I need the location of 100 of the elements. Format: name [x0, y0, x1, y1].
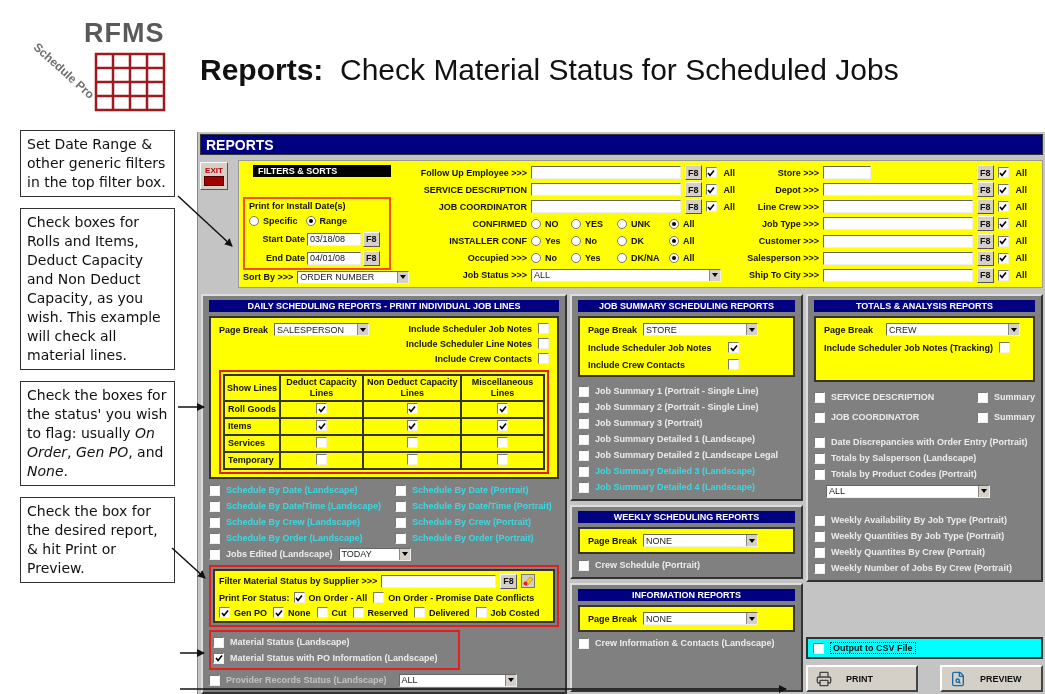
exit-button[interactable]: EXIT	[200, 162, 228, 190]
checkbox[interactable]	[814, 391, 825, 403]
radio-button[interactable]	[617, 253, 627, 264]
radio-button[interactable]	[617, 236, 627, 247]
checkbox[interactable]	[997, 184, 1009, 196]
checkbox[interactable]	[814, 562, 825, 574]
dropdown[interactable]: ALL	[826, 484, 990, 498]
lookup-button[interactable]: F8	[977, 267, 994, 283]
checkbox[interactable]	[538, 353, 549, 364]
dropdown[interactable]: ALL	[398, 673, 517, 687]
lookup-button[interactable]: F8	[363, 250, 380, 266]
radio-button[interactable]	[531, 253, 541, 264]
checkbox[interactable]	[578, 481, 589, 493]
checkbox[interactable]	[814, 452, 825, 464]
dropdown[interactable]: ALL	[531, 268, 721, 282]
radio-button[interactable]	[617, 219, 627, 229]
checkbox[interactable]	[814, 468, 825, 480]
lookup-button[interactable]: F8	[685, 182, 702, 198]
checkbox[interactable]	[414, 607, 426, 618]
checkbox[interactable]	[209, 500, 220, 512]
checkbox[interactable]	[497, 436, 509, 448]
checkbox[interactable]	[475, 607, 487, 618]
checkbox[interactable]	[578, 385, 589, 397]
input-field[interactable]	[823, 166, 872, 180]
checkbox[interactable]	[705, 201, 717, 213]
checkbox[interactable]	[997, 218, 1009, 230]
radio-button[interactable]	[571, 253, 581, 264]
input-field[interactable]	[823, 183, 974, 197]
checkbox[interactable]	[352, 607, 364, 618]
checkbox[interactable]	[814, 530, 825, 542]
checkbox[interactable]	[578, 559, 589, 571]
input-field[interactable]	[823, 200, 974, 214]
checkbox[interactable]	[316, 420, 328, 432]
checkbox[interactable]	[219, 607, 230, 618]
checkbox[interactable]	[814, 411, 825, 423]
input-field[interactable]	[531, 183, 681, 197]
checkbox[interactable]	[406, 420, 418, 432]
lookup-button[interactable]: F8	[977, 250, 994, 266]
radio-button[interactable]	[669, 219, 679, 229]
checkbox[interactable]	[213, 652, 224, 664]
lookup-button[interactable]: F8	[977, 182, 994, 198]
checkbox[interactable]	[997, 201, 1009, 213]
checkbox[interactable]	[213, 636, 224, 648]
checkbox[interactable]	[578, 401, 589, 413]
radio-button[interactable]	[571, 219, 581, 229]
checkbox[interactable]	[293, 592, 305, 603]
checkbox[interactable]	[814, 514, 825, 526]
dropdown[interactable]: SALESPERSON	[274, 323, 370, 336]
checkbox[interactable]	[406, 403, 418, 415]
checkbox[interactable]	[209, 516, 220, 528]
checkbox[interactable]	[997, 252, 1009, 264]
checkbox[interactable]	[705, 167, 717, 179]
checkbox[interactable]	[209, 532, 220, 544]
checkbox[interactable]	[395, 484, 406, 496]
date-field[interactable]: 03/18/08	[307, 232, 361, 246]
checkbox[interactable]	[814, 546, 825, 558]
checkbox[interactable]	[209, 548, 220, 560]
eraser-icon[interactable]	[520, 574, 535, 588]
input-field[interactable]	[531, 166, 681, 180]
dropdown[interactable]: CREW	[886, 323, 1020, 336]
print-button[interactable]: PRINT	[806, 665, 918, 692]
checkbox[interactable]	[578, 449, 589, 461]
lookup-button[interactable]: F8	[363, 231, 380, 247]
checkbox[interactable]	[316, 436, 328, 448]
radio-button[interactable]	[669, 253, 679, 264]
checkbox[interactable]	[406, 453, 418, 465]
checkbox[interactable]	[976, 391, 988, 403]
checkbox[interactable]	[578, 417, 589, 429]
checkbox[interactable]	[497, 453, 509, 465]
dropdown[interactable]: STORE	[643, 323, 759, 336]
checkbox[interactable]	[395, 500, 406, 512]
lookup-button[interactable]: F8	[977, 199, 994, 215]
radio-button[interactable]	[669, 236, 679, 247]
input-field[interactable]	[823, 268, 974, 282]
lookup-button[interactable]: F8	[977, 216, 994, 232]
radio-button[interactable]	[531, 236, 541, 247]
input-field[interactable]	[823, 251, 974, 265]
dropdown[interactable]: TODAY	[338, 547, 411, 561]
checkbox[interactable]	[999, 342, 1011, 353]
checkbox[interactable]	[538, 338, 549, 349]
preview-button[interactable]: PREVIEW	[940, 665, 1043, 692]
checkbox[interactable]	[578, 465, 589, 477]
checkbox[interactable]	[813, 642, 824, 654]
lookup-button[interactable]: F8	[685, 165, 702, 181]
radio-button[interactable]	[571, 236, 581, 247]
checkbox[interactable]	[997, 235, 1009, 247]
checkbox[interactable]	[316, 607, 328, 618]
input-field[interactable]	[531, 200, 681, 214]
radio-button[interactable]	[305, 216, 316, 226]
checkbox[interactable]	[395, 516, 406, 528]
dropdown[interactable]: NONE	[643, 534, 759, 547]
checkbox[interactable]	[273, 607, 284, 618]
lookup-button[interactable]: F8	[977, 233, 994, 249]
checkbox[interactable]	[976, 411, 988, 423]
lookup-button[interactable]: F8	[500, 573, 517, 589]
radio-button[interactable]	[249, 216, 259, 226]
checkbox[interactable]	[814, 436, 825, 448]
checkbox[interactable]	[316, 453, 328, 465]
checkbox[interactable]	[406, 436, 418, 448]
input-field[interactable]	[823, 217, 974, 231]
